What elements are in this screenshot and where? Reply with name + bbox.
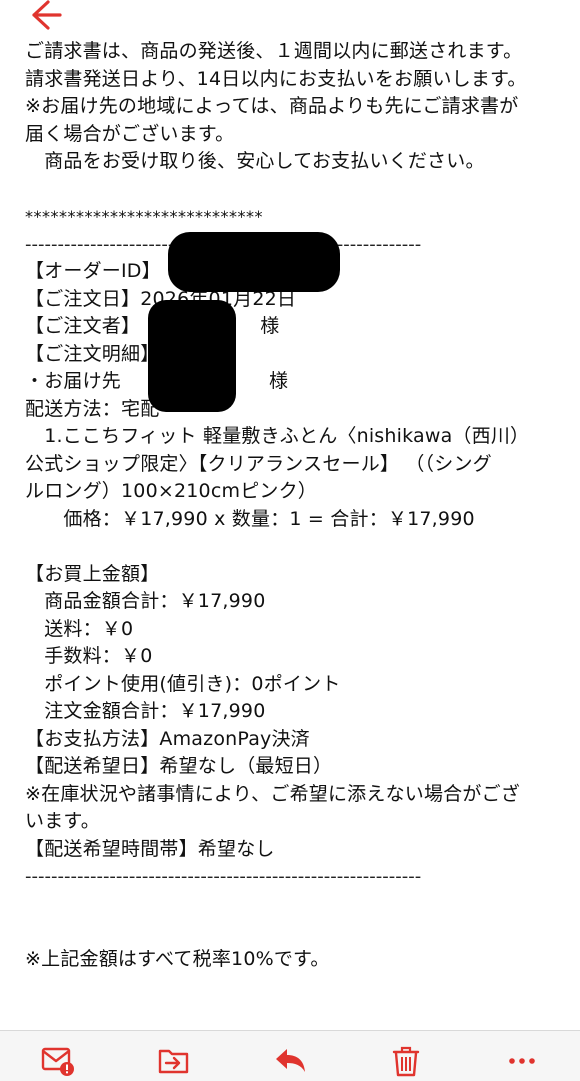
intro-line: 商品をお受け取り後、安心してお支払いください。	[25, 150, 485, 172]
item-price-line: 価格：￥17,990 x 数量：1 = 合計：￥17,990	[25, 507, 475, 530]
star-separator: ****************************	[25, 207, 263, 226]
ship-to-row: ・お届け先 様	[25, 368, 565, 396]
delete-button[interactable]	[388, 1045, 424, 1077]
tax-note: ※上記金額はすべて税率10%です。	[25, 947, 330, 970]
order-detail-label: 【ご注文明細】	[25, 342, 160, 365]
orderer-suffix: 様	[260, 315, 280, 337]
top-navigation-bar	[0, 0, 580, 36]
mail-toolbar	[0, 1030, 580, 1081]
more-icon	[509, 1058, 535, 1064]
back-arrow-icon	[32, 0, 62, 30]
dash-separator: ----------------------------------------…	[25, 866, 422, 887]
ship-to-label: ・お届け先	[25, 370, 122, 392]
move-to-folder-icon	[158, 1049, 189, 1074]
mark-icon	[41, 1047, 74, 1076]
orderer-row: 【ご注文者】 様	[25, 313, 565, 341]
summary-line: 手数料：￥0	[25, 645, 153, 667]
intro-line: ※お届け先の地域によっては、商品よりも先にご請求書が	[25, 95, 519, 117]
redaction-mark	[168, 232, 340, 292]
move-to-folder-button[interactable]	[156, 1045, 192, 1077]
delivery-method: 配送方法：宅配	[25, 397, 160, 420]
purchase-total-label: 【お買上金額】	[25, 562, 160, 585]
order-detail-row: 【ご注文明細】	[25, 341, 565, 369]
email-body: ご請求書は、商品の発送後、１週間以内に郵送されます。 請求書発送日より、14日以…	[25, 38, 565, 973]
more-button[interactable]	[504, 1045, 540, 1077]
item-line: 1.ここちフィット 軽量敷きふとん〈nishikawa（西川）	[25, 425, 530, 447]
stock-note-line: います。	[25, 810, 100, 832]
delivery-time-line: 【配送希望時間帯】希望なし	[25, 837, 275, 860]
order-date-label: 【ご注文日】	[25, 287, 141, 310]
flag-mail-button[interactable]	[40, 1045, 76, 1077]
reply-button[interactable]	[272, 1045, 308, 1077]
summary-line: 商品金額合計：￥17,990	[25, 590, 266, 612]
item-line: 公式ショップ限定〉【クリアランスセール】 （（シング	[25, 452, 492, 475]
reply-icon	[276, 1049, 305, 1072]
stock-note-line: ※在庫状況や諸事情により、ご希望に添えない場合がござ	[25, 782, 520, 805]
ship-to-suffix: 様	[269, 370, 289, 392]
back-button[interactable]	[26, 0, 66, 30]
order-id-label: 【オーダーID】	[25, 260, 161, 282]
summary-line: ポイント使用(値引き)：0ポイント	[25, 672, 341, 695]
intro-line: 請求書発送日より、14日以内にお支払いをお願いします。	[25, 67, 527, 90]
summary-line: 注文金額合計：￥17,990	[25, 700, 266, 722]
item-line: ルロング）100×210cmピンク）	[25, 480, 318, 502]
intro-line: ご請求書は、商品の発送後、１週間以内に郵送されます。	[25, 40, 523, 62]
redaction-mark	[148, 300, 236, 412]
delivery-date-line: 【配送希望日】希望なし（最短日）	[25, 755, 333, 777]
intro-line: 届く場合がございます。	[25, 122, 235, 145]
orderer-label: 【ご注文者】	[25, 315, 141, 337]
summary-line: 送料：￥0	[25, 617, 134, 640]
payment-line: 【お支払方法】AmazonPay決済	[25, 727, 310, 750]
trash-icon	[392, 1046, 420, 1077]
